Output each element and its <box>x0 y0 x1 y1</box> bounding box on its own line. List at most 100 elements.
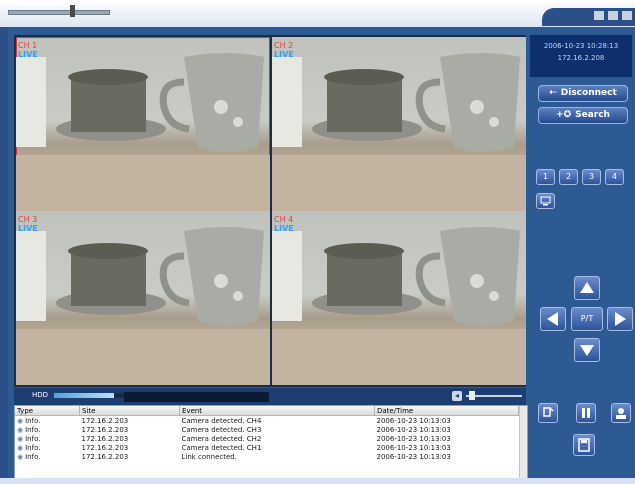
camera-view-1[interactable]: CH 1 LIVE <box>16 37 270 211</box>
log-event-cell: Camera detected. CH4 <box>181 416 262 425</box>
quad-view-button[interactable] <box>536 193 555 209</box>
arrow-up-icon <box>580 282 594 293</box>
ptz-up-button[interactable] <box>574 276 600 300</box>
log-type-cell: ◉ Info. <box>15 443 80 452</box>
log-type-label: Info. <box>25 416 41 425</box>
live-badge: LIVE <box>274 224 294 233</box>
live-badge: LIVE <box>18 50 38 59</box>
disconnect-label: Disconnect <box>560 88 617 98</box>
table-row[interactable]: ◉ Info. 172.16.2.203 Camera detected. CH2 20… <box>15 434 519 443</box>
datetime-display: 2006-10-23 10:28:13 <box>543 42 619 50</box>
close-icon[interactable] <box>622 11 632 20</box>
column-header-type[interactable]: Type <box>15 406 80 416</box>
disconnect-icon: ⇠ <box>549 88 557 98</box>
maximize-icon[interactable] <box>608 11 618 20</box>
arrow-right-icon <box>615 312 626 326</box>
camera-view-4[interactable]: CH 4 LIVE <box>272 211 526 385</box>
table-row[interactable]: ◉ Info. 172.16.2.203 Camera detected. CH3 20… <box>15 425 519 434</box>
search-label: Search <box>575 110 610 120</box>
info-icon: ◉ <box>17 443 24 452</box>
video-grid: CH 1 LIVE CH 2 LIVE CH 3 LIVE CH 4 LIVE <box>14 35 526 387</box>
camera-label: CH 2 LIVE <box>274 41 294 59</box>
top-slider-track[interactable] <box>8 10 110 15</box>
camera-scene <box>16 53 270 211</box>
log-datetime-cell: 2006-10-23 10:13:03 <box>376 434 451 443</box>
status-display <box>124 392 269 402</box>
pause-button[interactable] <box>576 403 596 423</box>
channel-label: CH 4 <box>274 215 294 224</box>
window-controls <box>542 8 635 26</box>
search-plus-icon: +✪ <box>556 110 572 120</box>
camera-label: CH 3 LIVE <box>18 215 38 233</box>
search-button[interactable]: +✪ Search <box>538 107 628 124</box>
live-badge: LIVE <box>18 224 38 233</box>
info-icon: ◉ <box>17 452 24 461</box>
volume-slider-thumb[interactable] <box>469 391 475 400</box>
monitor-icon <box>540 196 551 206</box>
ptz-left-button[interactable] <box>540 307 566 331</box>
hdd-label: HDD <box>32 391 49 399</box>
camera-scene <box>272 53 526 211</box>
event-log-scrollbar[interactable] <box>519 406 527 479</box>
column-header-site[interactable]: Site <box>79 406 180 416</box>
ip-display: 172.16.2.208 <box>557 54 605 62</box>
log-type-cell: ◉ Info. <box>15 452 80 461</box>
live-badge: LIVE <box>274 50 294 59</box>
table-row[interactable]: ◉ Info. 172.16.2.203 Camera detected. CH4 20… <box>15 416 519 426</box>
channel-button-3[interactable]: 3 <box>582 169 601 185</box>
column-header-event[interactable]: Event <box>179 406 375 416</box>
arrow-down-icon <box>580 345 594 356</box>
hdd-status-bar: HDD ◂ <box>14 388 526 405</box>
user-icon <box>616 408 626 419</box>
log-site-cell: 172.16.2.203 <box>81 416 129 425</box>
camera-view-3[interactable]: CH 3 LIVE <box>16 211 270 385</box>
record-icon <box>543 407 554 417</box>
channel-button-1[interactable]: 1 <box>536 169 555 185</box>
channel-button-4[interactable]: 4 <box>605 169 624 185</box>
log-site-cell: 172.16.2.203 <box>81 443 129 452</box>
info-icon: ◉ <box>17 416 24 425</box>
hdd-usage-fill <box>54 393 114 398</box>
save-icon <box>578 438 590 452</box>
log-type-label: Info. <box>25 434 41 443</box>
event-log: Type Site Event Date/Time ◉ Info. 172.16.2… <box>14 405 528 480</box>
minimize-icon[interactable] <box>594 11 604 20</box>
log-type-cell: ◉ Info. <box>15 416 80 426</box>
camera-view-2[interactable]: CH 2 LIVE <box>272 37 526 211</box>
channel-label: CH 1 <box>18 41 38 50</box>
camera-scene <box>272 227 526 385</box>
log-site-cell: 172.16.2.203 <box>81 434 129 443</box>
event-log-table: Type Site Event Date/Time ◉ Info. 172.16.2… <box>15 406 519 461</box>
column-header-datetime[interactable]: Date/Time <box>374 406 519 416</box>
info-icon: ◉ <box>17 434 24 443</box>
save-button[interactable] <box>573 434 595 456</box>
ptz-center-button[interactable]: P/T <box>571 307 603 331</box>
log-datetime-cell: 2006-10-23 10:13:03 <box>376 425 451 434</box>
top-slider-thumb[interactable] <box>70 5 75 17</box>
channel-button-2[interactable]: 2 <box>559 169 578 185</box>
user-button[interactable] <box>611 403 631 423</box>
log-event-cell: Camera detected. CH3 <box>181 425 262 434</box>
taskbar-strip <box>0 478 635 484</box>
log-datetime-cell: 2006-10-23 10:13:03 <box>376 452 451 461</box>
speaker-icon[interactable]: ◂ <box>452 391 462 401</box>
log-event-cell: Camera detected. CH1 <box>181 443 262 452</box>
info-icon: ◉ <box>17 425 24 434</box>
log-event-cell: Camera detected. CH2 <box>181 434 262 443</box>
table-row[interactable]: ◉ Info. 172.16.2.203 Camera detected. CH1 20… <box>15 443 519 452</box>
log-type-label: Info. <box>25 425 41 434</box>
ptz-down-button[interactable] <box>574 338 600 362</box>
table-row[interactable]: ◉ Info. 172.16.2.203 Link connected. 2006-10… <box>15 452 519 461</box>
log-type-label: Info. <box>25 452 41 461</box>
pause-icon <box>582 408 590 418</box>
record-button[interactable] <box>538 403 558 423</box>
log-site-cell: 172.16.2.203 <box>81 425 129 434</box>
log-datetime-cell: 2006-10-23 10:13:03 <box>376 443 451 452</box>
disconnect-button[interactable]: ⇠ Disconnect <box>538 85 628 102</box>
camera-scene <box>16 227 270 385</box>
title-bar <box>0 0 635 27</box>
log-type-cell: ◉ Info. <box>15 425 80 434</box>
ptz-right-button[interactable] <box>607 307 633 331</box>
camera-label: CH 4 LIVE <box>274 215 294 233</box>
log-type-label: Info. <box>25 443 41 452</box>
